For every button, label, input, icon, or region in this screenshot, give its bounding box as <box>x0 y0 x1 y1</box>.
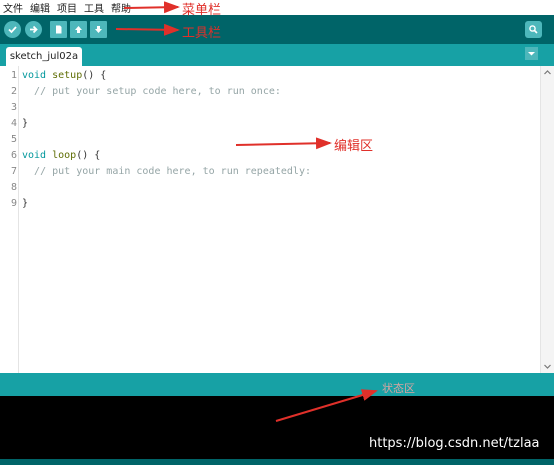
line-number: 7 <box>10 166 17 177</box>
code-line: // put your main code here, to run repea… <box>34 166 311 177</box>
line-number: 2 <box>10 86 17 97</box>
menu-sketch[interactable]: 项目 <box>54 0 81 15</box>
code-line: void loop() { <box>22 150 101 161</box>
toolbar-annotation: 工具栏 <box>182 26 222 41</box>
line-number: 8 <box>10 182 17 193</box>
line-number: 1 <box>10 70 17 81</box>
serial-monitor-button[interactable] <box>525 21 542 38</box>
menubar-annotation: 菜单栏 <box>182 3 222 18</box>
console-annotation: 状态区 <box>382 382 415 395</box>
line-number: 3 <box>10 102 17 113</box>
vertical-scrollbar[interactable] <box>540 66 554 373</box>
tab-bar: sketch_jul02a <box>0 44 554 66</box>
code-line: void setup() { <box>22 70 107 81</box>
verify-icon <box>8 26 17 34</box>
scroll-down-icon[interactable] <box>543 362 552 371</box>
new-icon <box>56 25 62 34</box>
code-editor[interactable]: 1 2 3 4 5 6 7 8 9 void setup() { // put … <box>0 66 554 373</box>
line-number: 5 <box>10 134 17 145</box>
upload-icon <box>30 25 38 34</box>
open-button[interactable] <box>70 21 87 38</box>
menu-edit[interactable]: 编辑 <box>27 0 54 15</box>
scroll-up-icon[interactable] <box>543 68 552 77</box>
code-line: } <box>22 118 29 129</box>
editor-annotation: 编辑区 <box>334 139 374 154</box>
upload-button[interactable] <box>25 21 42 38</box>
menu-tools[interactable]: 工具 <box>81 0 108 15</box>
line-number: 6 <box>10 150 17 161</box>
code-line: // put your setup code here, to run once… <box>34 86 281 97</box>
chevron-down-icon <box>528 52 535 56</box>
menu-help[interactable]: 帮助 <box>108 0 135 15</box>
message-bar <box>0 373 554 396</box>
watermark: https://blog.csdn.net/tzlaa <box>369 436 540 451</box>
tab-sketch[interactable]: sketch_jul02a <box>6 47 82 66</box>
line-number-gutter: 1 2 3 4 5 6 7 8 9 <box>0 66 19 373</box>
serial-monitor-icon <box>529 25 538 34</box>
line-number: 9 <box>10 198 17 209</box>
new-button[interactable] <box>50 21 67 38</box>
code-line: } <box>22 198 29 209</box>
toolbar <box>0 15 554 44</box>
line-number: 4 <box>10 118 17 129</box>
menu-bar: 文件 编辑 项目 工具 帮助 <box>0 0 554 15</box>
menu-file[interactable]: 文件 <box>0 0 27 15</box>
status-bar <box>0 459 554 465</box>
save-icon <box>95 26 102 33</box>
open-icon <box>75 26 82 33</box>
verify-button[interactable] <box>4 21 21 38</box>
tab-menu-button[interactable] <box>525 47 538 60</box>
save-button[interactable] <box>90 21 107 38</box>
